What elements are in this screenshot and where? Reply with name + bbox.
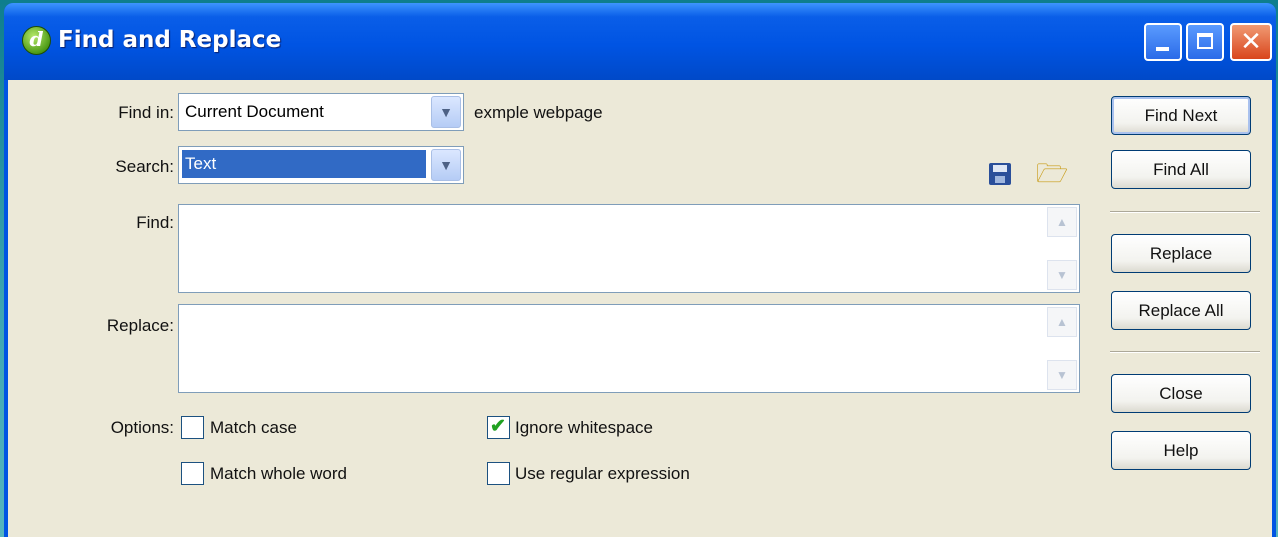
- chevron-down-icon[interactable]: ▼: [431, 149, 461, 181]
- load-query-icon[interactable]: 🗁: [1036, 158, 1068, 188]
- find-all-button[interactable]: Find All: [1111, 150, 1251, 189]
- use-regex-checkbox[interactable]: [487, 462, 510, 485]
- options-label: Options:: [110, 418, 174, 437]
- minimize-button[interactable]: [1144, 23, 1182, 61]
- maximize-icon: [1197, 33, 1213, 49]
- checkmark-icon: ✔: [490, 416, 506, 437]
- replace-textarea[interactable]: ▲ ▼: [178, 304, 1080, 393]
- search-type-value: Text: [182, 150, 426, 178]
- match-whole-word-checkbox[interactable]: [181, 462, 204, 485]
- scroll-up-icon[interactable]: ▲: [1047, 307, 1077, 337]
- chevron-down-icon[interactable]: ▼: [431, 96, 461, 128]
- find-in-label: Find in:: [118, 103, 174, 122]
- match-whole-word-label[interactable]: Match whole word: [210, 464, 347, 484]
- help-button[interactable]: Help: [1111, 431, 1251, 470]
- window-title: Find and Replace: [58, 27, 282, 53]
- find-in-dropdown[interactable]: Current Document ▼: [178, 93, 464, 131]
- search-type-dropdown[interactable]: Text ▼: [178, 146, 464, 184]
- replace-scrollbar[interactable]: ▲ ▼: [1047, 307, 1077, 390]
- ignore-whitespace-label[interactable]: Ignore whitespace: [515, 418, 653, 438]
- find-scrollbar[interactable]: ▲ ▼: [1047, 207, 1077, 290]
- scroll-up-icon[interactable]: ▲: [1047, 207, 1077, 237]
- match-case-label[interactable]: Match case: [210, 418, 297, 438]
- dreamweaver-app-icon: d: [22, 26, 51, 55]
- maximize-button[interactable]: [1186, 23, 1224, 61]
- scroll-down-icon[interactable]: ▼: [1047, 360, 1077, 390]
- ignore-whitespace-checkbox[interactable]: ✔: [487, 416, 510, 439]
- find-next-button[interactable]: Find Next: [1111, 96, 1251, 135]
- match-case-checkbox[interactable]: [181, 416, 204, 439]
- search-label: Search:: [115, 157, 174, 176]
- find-in-context: exmple webpage: [474, 103, 603, 122]
- close-window-button[interactable]: ✕: [1230, 23, 1272, 61]
- separator: [1110, 211, 1260, 213]
- close-button[interactable]: Close: [1111, 374, 1251, 413]
- replace-all-button[interactable]: Replace All: [1111, 291, 1251, 330]
- find-in-value: Current Document: [185, 102, 324, 121]
- close-icon: ✕: [1240, 27, 1262, 57]
- separator: [1110, 351, 1260, 353]
- find-label: Find:: [136, 213, 174, 232]
- find-textarea[interactable]: ▲ ▼: [178, 204, 1080, 293]
- dialog-body: Find in: Current Document ▼ exmple webpa…: [8, 80, 1272, 537]
- save-query-icon[interactable]: [989, 163, 1011, 185]
- replace-button[interactable]: Replace: [1111, 234, 1251, 273]
- replace-label: Replace:: [106, 316, 174, 335]
- title-bar[interactable]: d Find and Replace ✕: [4, 3, 1276, 80]
- use-regex-label[interactable]: Use regular expression: [515, 464, 690, 484]
- find-replace-window: d Find and Replace ✕ Find in: Current Do…: [4, 3, 1276, 537]
- scroll-down-icon[interactable]: ▼: [1047, 260, 1077, 290]
- minimize-icon: [1156, 47, 1169, 51]
